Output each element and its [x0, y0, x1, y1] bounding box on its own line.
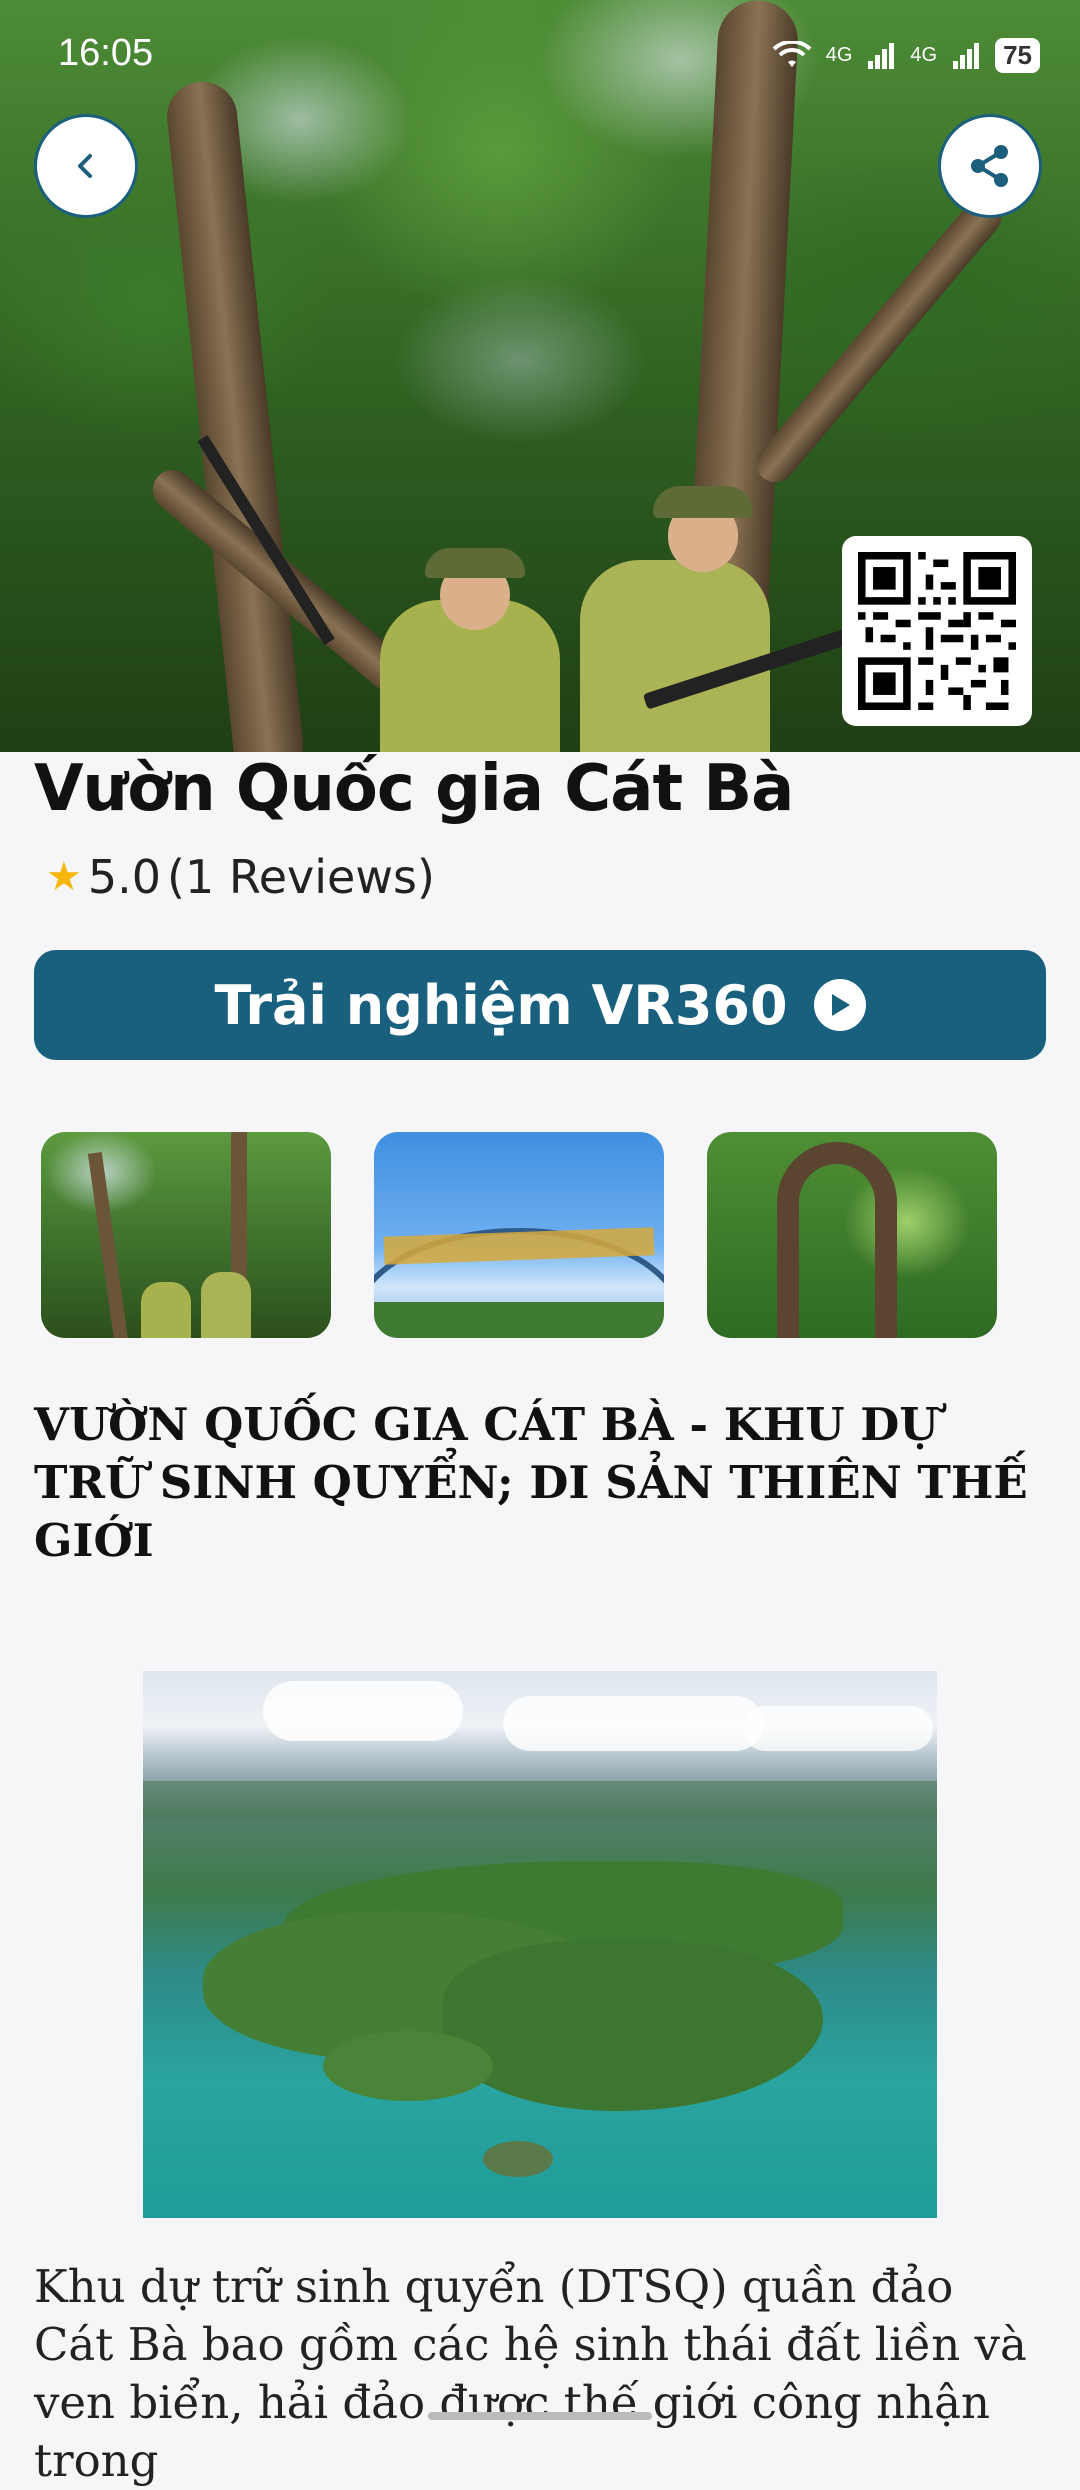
share-icon	[971, 145, 1008, 187]
article-heading: VƯỜN QUỐC GIA CÁT BÀ - KHU DỰ TRỮ SINH Q…	[34, 1398, 1028, 1567]
signal-icon	[868, 42, 895, 69]
home-indicator[interactable]	[428, 2412, 652, 2420]
rating-value: 5.0	[87, 850, 162, 904]
qr-code-icon	[858, 552, 1016, 710]
signal-4g-label: 4G	[825, 44, 853, 66]
back-button[interactable]	[34, 114, 138, 218]
gallery-thumbnail-2[interactable]	[374, 1132, 664, 1338]
ranger-helmet	[425, 548, 525, 578]
gallery-thumbnail-1[interactable]	[41, 1132, 331, 1338]
article-body: Khu dự trữ sinh quyển (DTSQ) quần đảo Cá…	[34, 2260, 1027, 2487]
tree-branch	[748, 189, 1010, 491]
qr-code-button[interactable]	[842, 536, 1032, 726]
vr360-button[interactable]: Trải nghiệm VR360	[34, 950, 1046, 1060]
status-bar: 16:05 4G 4G 75	[0, 0, 1080, 110]
star-icon: ★	[46, 854, 82, 900]
tree-trunk	[163, 78, 307, 752]
signal-icon-2	[953, 42, 980, 69]
rating-row[interactable]: ★ 5.0 (1 Reviews)	[46, 850, 435, 904]
chevron-left-icon	[78, 154, 92, 178]
status-icons: 4G 4G 75	[772, 38, 1040, 73]
battery-indicator: 75	[995, 38, 1040, 73]
wifi-icon	[772, 40, 812, 67]
vr360-button-label: Trải nghiệm VR360	[214, 973, 788, 1037]
article-main-image[interactable]	[143, 1671, 937, 2218]
gallery-thumbnail-3[interactable]	[707, 1132, 997, 1338]
share-button[interactable]	[938, 114, 1042, 218]
status-time: 16:05	[58, 32, 154, 74]
signal-4g-label-2: 4G	[910, 44, 938, 66]
review-count: (1 Reviews)	[167, 850, 435, 904]
play-circle-icon	[813, 979, 866, 1031]
ranger-helmet	[653, 486, 753, 518]
place-title: Vườn Quốc gia Cát Bà	[34, 752, 794, 826]
ranger-figure	[580, 560, 770, 752]
